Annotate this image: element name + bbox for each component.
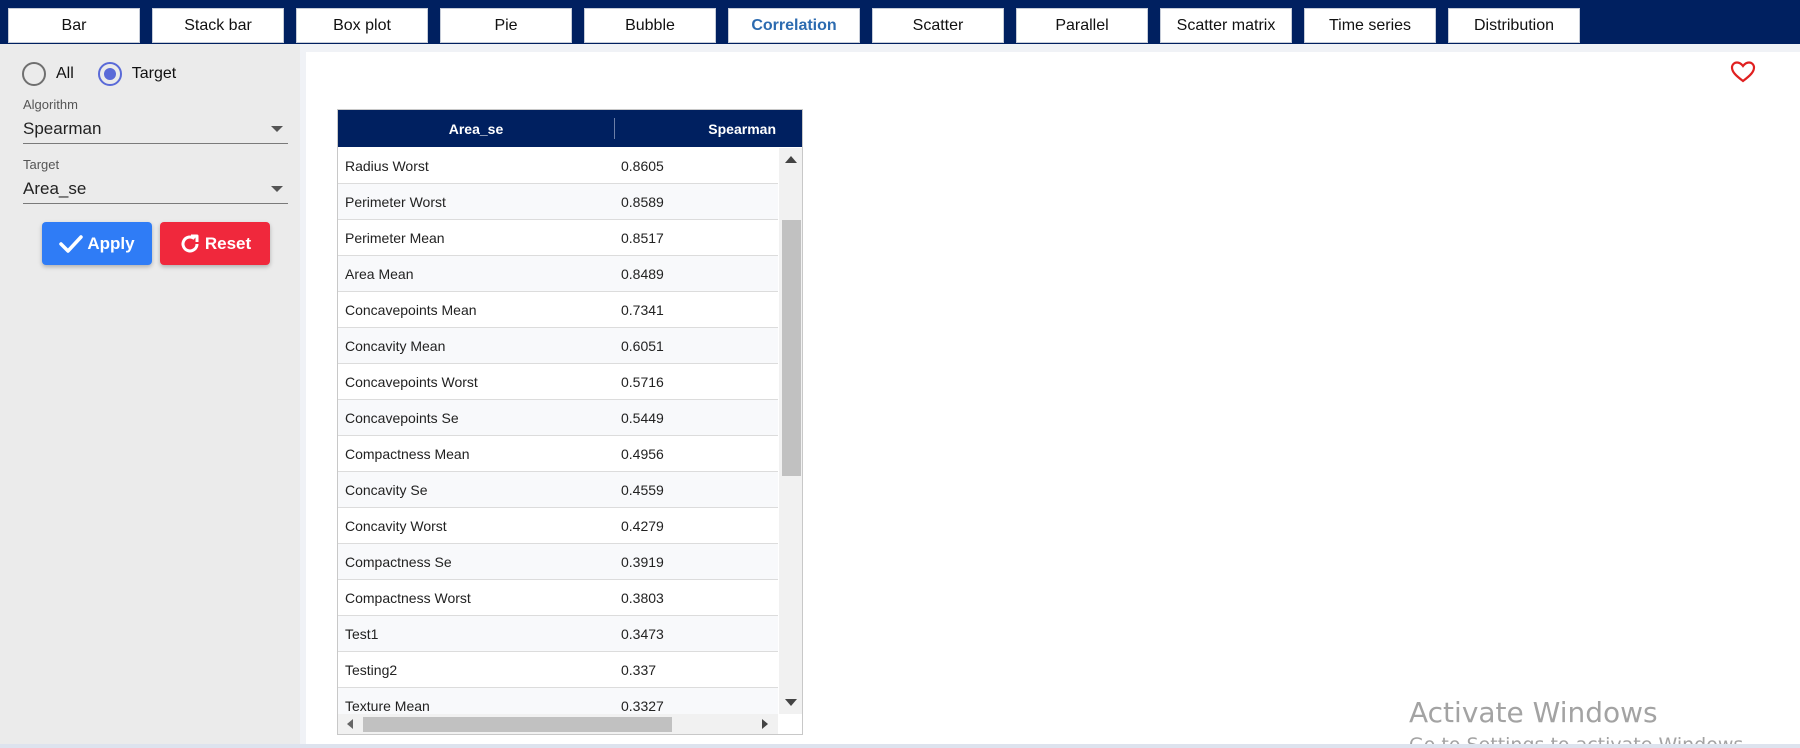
scroll-up-arrow-icon[interactable] bbox=[785, 156, 797, 163]
table-row[interactable]: Compactness Mean 0.4956 bbox=[338, 436, 778, 472]
tab-bubble[interactable]: Bubble bbox=[584, 8, 716, 43]
algorithm-label: Algorithm bbox=[23, 97, 78, 112]
target-select[interactable]: Area_se bbox=[23, 174, 288, 204]
vertical-scroll-thumb[interactable] bbox=[782, 220, 801, 476]
feature-cell: Compactness Mean bbox=[345, 446, 470, 462]
table-row[interactable]: Perimeter Mean 0.8517 bbox=[338, 220, 778, 256]
heart-outline-icon[interactable] bbox=[1730, 60, 1756, 89]
scope-radio-group: All Target bbox=[22, 60, 200, 88]
chevron-down-icon bbox=[271, 185, 283, 192]
value-cell: 0.5449 bbox=[621, 410, 664, 426]
feature-cell: Texture Mean bbox=[345, 698, 430, 714]
tab-parallel[interactable]: Parallel bbox=[1016, 8, 1148, 43]
value-cell: 0.8589 bbox=[621, 194, 664, 210]
feature-cell: Perimeter Mean bbox=[345, 230, 445, 246]
table-row[interactable]: Test1 0.3473 bbox=[338, 616, 778, 652]
refresh-icon bbox=[179, 233, 201, 255]
target-value: Area_se bbox=[23, 178, 87, 198]
feature-cell: Test1 bbox=[345, 626, 379, 642]
feature-cell: Area Mean bbox=[345, 266, 414, 282]
table-row[interactable]: Concavepoints Worst 0.5716 bbox=[338, 364, 778, 400]
value-cell: 0.4559 bbox=[621, 482, 664, 498]
table-row[interactable]: Concavity Worst 0.4279 bbox=[338, 508, 778, 544]
radio-all[interactable] bbox=[22, 62, 46, 86]
table-row[interactable]: Radius Worst 0.8605 bbox=[338, 148, 778, 184]
tab-correlation[interactable]: Correlation bbox=[728, 8, 860, 43]
correlation-table: Area_se Spearman Radius Worst 0.8605 Peri… bbox=[337, 109, 803, 735]
table-row[interactable]: Compactness Worst 0.3803 bbox=[338, 580, 778, 616]
table-row[interactable]: Texture Mean 0.3327 bbox=[338, 688, 778, 714]
feature-cell: Concavity Worst bbox=[345, 518, 447, 534]
sidebar: All Target Algorithm Spearman Target Are… bbox=[0, 44, 300, 748]
reset-button[interactable]: Reset bbox=[160, 222, 270, 265]
radio-all-label: All bbox=[56, 65, 74, 82]
apply-button-label: Apply bbox=[87, 233, 135, 253]
feature-cell: Compactness Se bbox=[345, 554, 452, 570]
chevron-down-icon bbox=[271, 125, 283, 132]
table-row[interactable]: Perimeter Worst 0.8589 bbox=[338, 184, 778, 220]
value-cell: 0.3803 bbox=[621, 590, 664, 606]
value-cell: 0.8489 bbox=[621, 266, 664, 282]
feature-cell: Concavity Mean bbox=[345, 338, 446, 354]
target-label: Target bbox=[23, 157, 60, 172]
feature-cell: Concavity Se bbox=[345, 482, 428, 498]
table-row[interactable]: Concavity Mean 0.6051 bbox=[338, 328, 778, 364]
value-cell: 0.8517 bbox=[621, 230, 664, 246]
algorithm-select[interactable]: Spearman bbox=[23, 114, 288, 144]
feature-cell: Concavepoints Worst bbox=[345, 374, 478, 390]
table-row[interactable]: Concavity Se 0.4559 bbox=[338, 472, 778, 508]
feature-cell: Concavepoints Se bbox=[345, 410, 459, 426]
value-cell: 0.6051 bbox=[621, 338, 664, 354]
main-panel: Area_se Spearman Radius Worst 0.8605 Peri… bbox=[306, 52, 1800, 744]
radio-target-label: Target bbox=[131, 65, 177, 82]
table-row[interactable]: Concavepoints Se 0.5449 bbox=[338, 400, 778, 436]
feature-cell: Perimeter Worst bbox=[345, 194, 446, 210]
horizontal-scrollbar[interactable] bbox=[338, 714, 778, 734]
radio-target[interactable] bbox=[97, 62, 122, 86]
feature-cell: Concavepoints Mean bbox=[345, 302, 477, 318]
value-cell: 0.3327 bbox=[621, 698, 664, 714]
tab-time-series[interactable]: Time series bbox=[1304, 8, 1436, 43]
value-cell: 0.337 bbox=[621, 662, 657, 678]
table-row[interactable]: Compactness Se 0.3919 bbox=[338, 544, 778, 580]
algorithm-value: Spearman bbox=[23, 118, 102, 138]
column-header-feature[interactable]: Area_se bbox=[338, 110, 614, 147]
tab-distribution[interactable]: Distribution bbox=[1448, 8, 1580, 43]
column-header-spearman[interactable]: Spearman bbox=[615, 110, 802, 147]
value-cell: 0.8605 bbox=[621, 158, 664, 174]
tab-pie[interactable]: Pie bbox=[440, 8, 572, 43]
tab-scatter-matrix[interactable]: Scatter matrix bbox=[1160, 8, 1292, 43]
tab-box-plot[interactable]: Box plot bbox=[296, 8, 428, 43]
reset-button-label: Reset bbox=[204, 233, 252, 253]
chart-type-tabbar: Bar Stack bar Box plot Pie Bubble Correl… bbox=[0, 0, 1800, 44]
scroll-left-arrow-icon[interactable] bbox=[347, 719, 353, 729]
activate-windows-watermark: Activate Windows bbox=[1409, 696, 1658, 729]
tab-scatter[interactable]: Scatter bbox=[872, 8, 1004, 43]
feature-cell: Testing2 bbox=[345, 662, 398, 678]
value-cell: 0.4956 bbox=[621, 446, 664, 462]
feature-cell: Compactness Worst bbox=[345, 590, 471, 606]
table-header: Area_se Spearman bbox=[338, 110, 802, 147]
scroll-right-arrow-icon[interactable] bbox=[762, 719, 768, 729]
scroll-down-arrow-icon[interactable] bbox=[785, 699, 797, 706]
tab-stack-bar[interactable]: Stack bar bbox=[152, 8, 284, 43]
value-cell: 0.3919 bbox=[621, 554, 664, 570]
value-cell: 0.3473 bbox=[621, 626, 664, 642]
checkmark-icon bbox=[59, 234, 84, 254]
value-cell: 0.7341 bbox=[621, 302, 664, 318]
vertical-scrollbar[interactable] bbox=[779, 148, 802, 714]
table-row[interactable]: Area Mean 0.8489 bbox=[338, 256, 778, 292]
value-cell: 0.4279 bbox=[621, 518, 664, 534]
table-row[interactable]: Concavepoints Mean 0.7341 bbox=[338, 292, 778, 328]
feature-cell: Radius Worst bbox=[345, 158, 429, 174]
table-body: Radius Worst 0.8605 Perimeter Worst 0.8589… bbox=[338, 148, 778, 714]
bottom-border bbox=[0, 744, 1800, 748]
tab-bar[interactable]: Bar bbox=[8, 8, 140, 43]
horizontal-scroll-thumb[interactable] bbox=[363, 717, 672, 732]
value-cell: 0.5716 bbox=[621, 374, 664, 390]
apply-button[interactable]: Apply bbox=[42, 222, 152, 265]
table-row[interactable]: Testing2 0.337 bbox=[338, 652, 778, 688]
